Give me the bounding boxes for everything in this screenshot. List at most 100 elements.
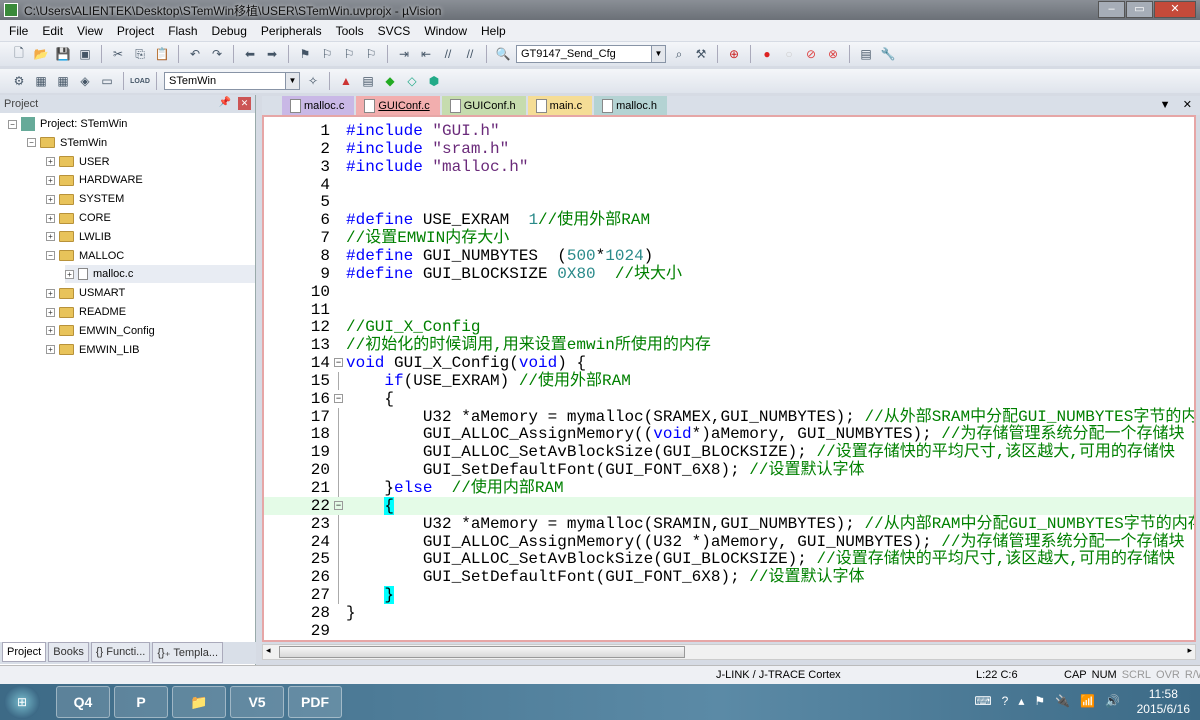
volume-icon[interactable]: 🔊 — [1105, 694, 1120, 708]
clock[interactable]: 11:58 2015/6/16 — [1137, 687, 1190, 717]
start-button[interactable]: ⊞ — [4, 685, 40, 719]
expand-icon[interactable]: + — [46, 288, 55, 298]
tree-item[interactable]: + USMART — [46, 284, 125, 302]
taskbar-app-1[interactable]: P — [114, 686, 168, 718]
tree-item[interactable]: + README — [46, 303, 126, 321]
collapse-icon[interactable]: − — [27, 138, 36, 148]
fold-toggle-icon[interactable]: − — [334, 358, 343, 368]
tree-item[interactable]: + malloc.c — [65, 265, 255, 284]
horizontal-scrollbar[interactable]: ◂ ▸ — [262, 644, 1196, 660]
tree-item[interactable]: + EMWIN_Config — [46, 322, 155, 340]
target-options-icon[interactable]: ✧ — [304, 72, 322, 90]
tree-item[interactable]: + CORE — [46, 209, 111, 227]
pin-icon[interactable]: 📌 — [219, 97, 231, 108]
expand-icon[interactable]: + — [46, 307, 55, 317]
paste-icon[interactable]: 📋 — [153, 45, 171, 63]
scrollbar-thumb[interactable] — [279, 646, 685, 658]
fold-toggle-icon[interactable]: − — [334, 500, 343, 510]
keyboard-icon[interactable]: ⌨ — [974, 694, 991, 708]
undo-icon[interactable]: ↶ — [186, 45, 204, 63]
uncomment-icon[interactable]: // — [461, 45, 479, 63]
menu-tools[interactable]: Tools — [329, 24, 371, 38]
menu-help[interactable]: Help — [474, 24, 513, 38]
configure-icon[interactable]: 🔧 — [879, 45, 897, 63]
expand-icon[interactable]: + — [46, 213, 55, 223]
select-packs-icon[interactable]: ▤ — [359, 72, 377, 90]
taskbar-app-2[interactable]: 📁 — [172, 686, 226, 718]
prev-bookmark-icon[interactable]: ⚐ — [318, 45, 336, 63]
fold-toggle-icon[interactable]: − — [334, 393, 343, 403]
panel-tab-2[interactable]: {} Functi... — [90, 642, 151, 662]
scroll-left-icon[interactable]: ◂ — [266, 645, 271, 656]
close-button[interactable]: ✕ — [1154, 1, 1196, 18]
minimize-button[interactable]: – — [1098, 1, 1125, 18]
save-all-icon[interactable]: ▣ — [76, 45, 94, 63]
taskbar-app-3[interactable]: V5 — [230, 686, 284, 718]
unindent-icon[interactable]: ⇤ — [417, 45, 435, 63]
find-combo[interactable]: GT9147_Send_Cfg ▼ — [516, 45, 666, 63]
menu-debug[interactable]: Debug — [205, 24, 254, 38]
chevron-down-icon[interactable]: ▼ — [651, 46, 665, 62]
expand-icon[interactable]: + — [46, 232, 55, 242]
menu-edit[interactable]: Edit — [35, 24, 70, 38]
tree-item[interactable]: + LWLIB — [46, 228, 111, 246]
tree-item[interactable]: + HARDWARE — [46, 171, 143, 189]
open-folder-icon[interactable]: 📂 — [32, 45, 50, 63]
target-combo[interactable]: STemWin ▼ — [164, 72, 300, 90]
help-icon[interactable]: ? — [1002, 694, 1009, 708]
chevron-down-icon[interactable]: ▼ — [285, 73, 299, 89]
incremental-find-icon[interactable]: ⚒ — [692, 45, 710, 63]
next-bookmark-icon[interactable]: ⚐ — [340, 45, 358, 63]
collapse-icon[interactable]: − — [46, 251, 55, 261]
tab-malloc-c[interactable]: malloc.c — [282, 96, 355, 115]
indent-icon[interactable]: ⇥ — [395, 45, 413, 63]
menu-svcs[interactable]: SVCS — [371, 24, 418, 38]
expand-icon[interactable]: + — [46, 157, 55, 167]
panel-tab-0[interactable]: Project — [2, 642, 47, 662]
close-tab-icon[interactable]: ✕ — [1183, 99, 1192, 111]
build-icon[interactable]: ▦ — [32, 72, 50, 90]
cut-icon[interactable]: ✂ — [109, 45, 127, 63]
menu-peripherals[interactable]: Peripherals — [254, 24, 329, 38]
navigate-forward-icon[interactable]: ➡ — [263, 45, 281, 63]
save-icon[interactable]: 💾 — [54, 45, 72, 63]
expand-icon[interactable]: + — [46, 326, 55, 336]
tree-item[interactable]: + USER — [46, 153, 110, 171]
find-icon[interactable]: ⌕ — [670, 45, 688, 63]
breakpoint-icon[interactable]: ● — [758, 45, 776, 63]
window-layout-icon[interactable]: ▤ — [857, 45, 875, 63]
tree-item[interactable]: − MALLOC — [46, 247, 124, 265]
kill-breakpoints-icon[interactable]: ⊘ — [802, 45, 820, 63]
collapse-icon[interactable]: − — [8, 119, 17, 129]
expand-icon[interactable]: + — [46, 175, 55, 185]
power-icon[interactable]: 🔌 — [1055, 694, 1070, 708]
redo-icon[interactable]: ↷ — [208, 45, 226, 63]
pack-installer-icon[interactable]: ◆ — [381, 72, 399, 90]
comment-icon[interactable]: // — [439, 45, 457, 63]
expand-icon[interactable]: + — [46, 194, 55, 204]
tab-malloc-h[interactable]: malloc.h — [594, 96, 668, 115]
software-packs-icon[interactable]: ⬢ — [425, 72, 443, 90]
clear-bookmarks-icon[interactable]: ⚐ — [362, 45, 380, 63]
debug-session-icon[interactable]: ⊕ — [725, 45, 743, 63]
close-panel-icon[interactable]: ✕ — [238, 97, 251, 110]
code-editor[interactable]: 1 #include "GUI.h" 2 #include "sram.h" 3 #inc… — [262, 115, 1196, 642]
panel-tab-3[interactable]: {}₊ Templa... — [152, 642, 223, 663]
panel-tab-1[interactable]: Books — [48, 642, 89, 662]
scroll-right-icon[interactable]: ▸ — [1187, 645, 1192, 656]
batch-build-icon[interactable]: ◈ — [76, 72, 94, 90]
tab-guiconf-h[interactable]: GUIConf.h — [441, 96, 526, 115]
tree-item[interactable]: + EMWIN_LIB — [46, 341, 140, 359]
tree-item[interactable]: + SYSTEM — [46, 190, 124, 208]
load-download-icon[interactable]: LOAD — [130, 72, 150, 90]
menu-file[interactable]: File — [2, 24, 35, 38]
tree-item[interactable]: − STemWin — [27, 134, 107, 152]
manage-components-icon[interactable]: ▲ — [337, 72, 355, 90]
find-in-files-icon[interactable]: 🔍 — [494, 45, 512, 63]
navigate-back-icon[interactable]: ⬅ — [241, 45, 259, 63]
menu-window[interactable]: Window — [417, 24, 474, 38]
tab-main-c[interactable]: main.c — [527, 96, 593, 115]
copy-icon[interactable]: ⎘ — [131, 45, 149, 63]
expand-icon[interactable]: + — [65, 269, 74, 279]
tree-item[interactable]: − Project: STemWin — [8, 115, 127, 133]
